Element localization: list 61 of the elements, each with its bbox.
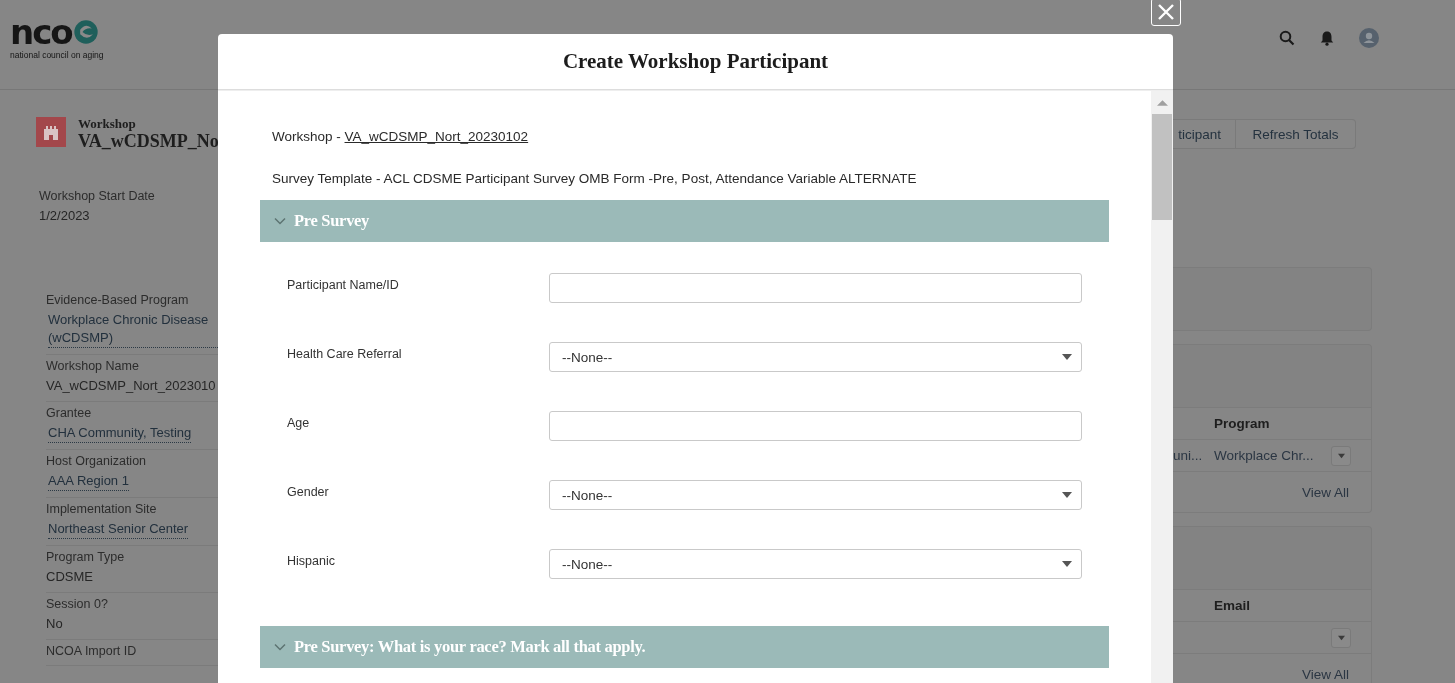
dropdown[interactable]: --None-- [549, 549, 1082, 579]
field-label: Workshop Start Date [39, 188, 156, 204]
survey-template-text: Survey Template - ACL CDSME Participant Survey OMB Form -Pre, Post, Attendance Variable ALTERNATE [271, 170, 918, 188]
table-cell-text: Workplace Chr... [1214, 448, 1315, 463]
field-value: No [46, 615, 64, 633]
logo-swirl-icon [72, 18, 99, 46]
caret-down-icon [1062, 492, 1072, 498]
field-label: Workshop Name [46, 358, 140, 374]
bell-icon[interactable] [1319, 30, 1335, 46]
search-icon[interactable] [1279, 30, 1295, 46]
column-header: Email [1214, 598, 1252, 613]
table-cell-text: uni... [1173, 448, 1204, 463]
field-link[interactable]: CHA Community, Testing [48, 424, 192, 443]
workshop-label: Workshop - [272, 129, 342, 144]
record-type: Workshop [78, 117, 137, 131]
field-link[interactable]: AAA Region 1 [48, 472, 129, 491]
caret-down-icon [1062, 561, 1072, 567]
field-label: NCOA Import ID [46, 643, 138, 659]
field-label: Program Type [46, 549, 126, 565]
workshop-link[interactable]: VA_wCDSMP_Nort_20230102 [344, 129, 529, 144]
record-title: VA_wCDSMP_No [78, 131, 219, 151]
field-label: Host Organization [46, 453, 148, 469]
modal-title: Create Workshop Participant [218, 34, 1173, 90]
view-all-link[interactable]: View All [1301, 484, 1349, 500]
field-label: Grantee [46, 405, 93, 421]
field-label: Participant Name/ID [287, 277, 400, 292]
caret-down-icon [1336, 634, 1346, 641]
dropdown[interactable]: --None-- [549, 342, 1082, 372]
scrollbar[interactable] [1151, 91, 1173, 683]
field-label: Gender [287, 484, 330, 499]
close-button[interactable] [1151, 0, 1181, 26]
action-button[interactable]: ticipant [1173, 119, 1236, 149]
row-menu-button[interactable] [1331, 445, 1351, 466]
caret-down-icon [1336, 452, 1346, 459]
caret-down-icon [1062, 354, 1072, 360]
field-label: Health Care Referral [287, 346, 403, 361]
field-value: VA_wCDSMP_Nort_2023010 [46, 377, 217, 395]
field-label: Age [287, 415, 311, 430]
field-label: Implementation Site [46, 501, 158, 517]
column-header: Program [1214, 416, 1271, 431]
text-field[interactable] [549, 273, 1082, 303]
field-label: Hispanic [287, 553, 336, 568]
scroll-up-arrow-icon[interactable] [1156, 100, 1168, 106]
scrollbar-thumb[interactable] [1152, 114, 1172, 220]
dropdown[interactable]: --None-- [549, 480, 1082, 510]
close-icon [1157, 3, 1175, 21]
text-field[interactable] [549, 411, 1082, 441]
row-menu-button[interactable] [1331, 627, 1351, 648]
action-button[interactable]: Refresh Totals [1236, 119, 1356, 149]
castle-icon [36, 117, 66, 147]
field-value: CDSME [46, 568, 94, 586]
logo-wordmark: nco [10, 16, 72, 48]
section-header[interactable]: Pre Survey: What is your race? Mark all that apply. [260, 626, 1109, 668]
field-label: Session 0? [46, 596, 109, 612]
field-link[interactable]: Northeast Senior Center [48, 520, 189, 539]
section-header[interactable]: Pre Survey [260, 200, 1109, 242]
avatar-icon[interactable] [1359, 28, 1379, 48]
view-all-link[interactable]: View All [1301, 666, 1349, 682]
logo-tagline: national council on aging [10, 50, 104, 60]
field-label: Evidence-Based Program [46, 292, 190, 308]
field-value: 1/2/2023 [39, 207, 91, 225]
